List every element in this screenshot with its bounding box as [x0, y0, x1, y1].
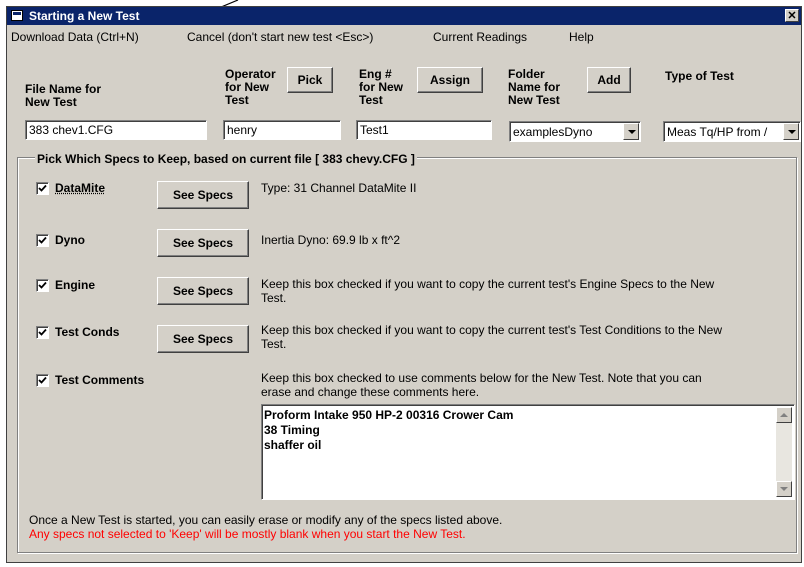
comments-textarea[interactable]: Proform Intake 950 HP-2 00316 Crower Cam…: [261, 404, 795, 500]
folder-select[interactable]: examplesDyno: [509, 121, 641, 142]
close-button[interactable]: ✕: [785, 9, 799, 22]
eng-num-label-2: for New: [359, 80, 404, 94]
operator-input[interactable]: henry: [223, 120, 341, 140]
app-icon: [11, 10, 23, 21]
test-comments-checkbox[interactable]: [36, 374, 49, 387]
check-icon: [38, 184, 47, 192]
operator-label-2: for New: [225, 80, 270, 94]
datamite-checkbox[interactable]: [36, 182, 49, 195]
menu-bar: Download Data (Ctrl+N) Cancel (don't sta…: [7, 27, 801, 47]
scroll-down-arrow-icon[interactable]: [776, 481, 792, 497]
menu-current-readings[interactable]: Current Readings: [433, 30, 527, 44]
engine-description-line2: Test.: [261, 291, 287, 305]
file-name-label-1: File Name for: [25, 82, 102, 96]
comment-line-1: Proform Intake 950 HP-2 00316 Crower Cam: [264, 408, 514, 422]
engine-label: Engine: [55, 278, 96, 292]
operator-label-1: Operator: [225, 67, 276, 81]
check-icon: [38, 236, 47, 244]
check-icon: [38, 281, 47, 289]
datamite-label: DataMite: [55, 181, 106, 195]
test-comments-description-line1: Keep this box checked to use comments be…: [261, 371, 702, 385]
folder-select-value: examplesDyno: [513, 125, 593, 139]
folder-dropdown-arrow-icon[interactable]: [623, 123, 639, 140]
menu-help[interactable]: Help: [569, 30, 594, 44]
test-type-select-value: Meas Tq/HP from /: [667, 125, 768, 139]
comments-scrollbar[interactable]: [776, 407, 792, 497]
folder-label-2: Name for: [508, 80, 561, 94]
footer-warning: Any specs not selected to 'Keep' will be…: [29, 527, 466, 541]
check-icon: [38, 376, 47, 384]
datamite-see-specs-button[interactable]: See Specs: [157, 181, 249, 209]
dyno-label: Dyno: [55, 233, 85, 247]
test-comments-description-line2: erase and change these comments here.: [261, 385, 480, 399]
dyno-description: Inertia Dyno: 69.9 lb x ft^2: [261, 233, 401, 247]
footer-note: Once a New Test is started, you can easi…: [29, 513, 503, 527]
file-name-input[interactable]: 383 chev1.CFG: [25, 120, 207, 140]
test-type-dropdown-arrow-icon[interactable]: [783, 123, 799, 140]
test-conds-description-line1: Keep this box checked if you want to cop…: [261, 323, 722, 337]
comment-line-2: 38 Timing: [264, 423, 320, 437]
dyno-checkbox[interactable]: [36, 234, 49, 247]
eng-num-label-3: Test: [359, 93, 383, 107]
specs-group-title: Pick Which Specs to Keep, based on curre…: [35, 152, 417, 166]
engine-description-line1: Keep this box checked if you want to cop…: [261, 277, 715, 291]
menu-download-data[interactable]: Download Data (Ctrl+N): [11, 30, 139, 44]
engine-checkbox[interactable]: [36, 279, 49, 292]
window-title: Starting a New Test: [29, 9, 140, 23]
pick-operator-button[interactable]: Pick: [287, 67, 333, 93]
eng-num-label-1: Eng #: [359, 67, 392, 81]
menu-cancel[interactable]: Cancel (don't start new test <Esc>): [187, 30, 373, 44]
test-type-label: Type of Test: [665, 69, 734, 83]
test-type-select[interactable]: Meas Tq/HP from /: [663, 121, 801, 142]
dialog-window: Starting a New Test ✕ Download Data (Ctr…: [6, 6, 802, 563]
test-conds-label: Test Conds: [55, 325, 120, 339]
add-folder-button[interactable]: Add: [587, 67, 631, 93]
test-comments-label: Test Comments: [55, 373, 145, 387]
title-bar: Starting a New Test ✕: [7, 7, 801, 25]
engine-see-specs-button[interactable]: See Specs: [157, 277, 249, 305]
comment-line-3: shaffer oil: [264, 438, 322, 452]
folder-label-3: New Test: [508, 93, 560, 107]
operator-label-3: Test: [225, 93, 249, 107]
file-name-label-2: New Test: [25, 95, 77, 109]
datamite-description: Type: 31 Channel DataMite II: [261, 181, 417, 195]
scroll-up-arrow-icon[interactable]: [776, 407, 792, 423]
test-conds-see-specs-button[interactable]: See Specs: [157, 325, 249, 353]
test-conds-description-line2: Test.: [261, 337, 287, 351]
eng-num-input[interactable]: Test1: [356, 120, 492, 140]
assign-eng-button[interactable]: Assign: [417, 67, 483, 93]
check-icon: [38, 328, 47, 336]
folder-label-1: Folder: [508, 67, 545, 81]
dyno-see-specs-button[interactable]: See Specs: [157, 229, 249, 257]
test-conds-checkbox[interactable]: [36, 326, 49, 339]
